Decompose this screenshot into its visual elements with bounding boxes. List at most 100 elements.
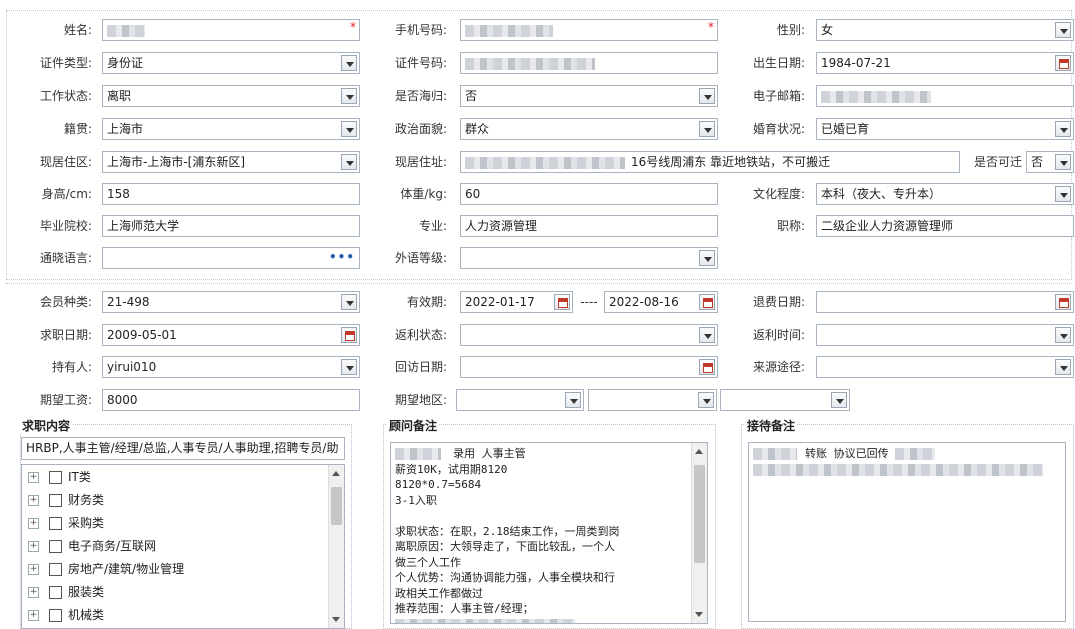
calendar-icon[interactable] bbox=[341, 327, 357, 343]
tree-item[interactable]: + 财务类 bbox=[28, 490, 104, 510]
tree-item[interactable]: + 服装类 bbox=[28, 582, 104, 602]
id-type-select[interactable]: 身份证 bbox=[102, 52, 360, 74]
tree-item[interactable]: + 采购类 bbox=[28, 513, 104, 533]
apply-date-input[interactable]: 2009-05-01 bbox=[102, 324, 360, 346]
expand-icon[interactable]: + bbox=[28, 495, 39, 506]
scroll-down-icon[interactable] bbox=[695, 612, 703, 617]
checkbox[interactable] bbox=[49, 609, 62, 622]
email-input[interactable] bbox=[816, 85, 1074, 107]
major-input[interactable]: 人力资源管理 bbox=[460, 215, 718, 237]
valid-from-input[interactable]: 2022-01-17 bbox=[460, 291, 573, 313]
language-picker[interactable]: ••• bbox=[102, 247, 360, 269]
checkbox[interactable] bbox=[49, 563, 62, 576]
dropdown-arrow-icon[interactable] bbox=[1055, 121, 1071, 137]
weight-input[interactable]: 60 bbox=[460, 183, 718, 205]
education-select[interactable]: 本科（夜大、专升本） bbox=[816, 183, 1074, 205]
advisor-note-line: 政相关工作都做过 bbox=[395, 586, 685, 602]
checkbox[interactable] bbox=[49, 517, 62, 530]
marriage-select[interactable]: 已婚已育 bbox=[816, 118, 1074, 140]
calendar-icon[interactable] bbox=[1055, 55, 1071, 71]
member-type-select[interactable]: 21-498 bbox=[102, 291, 360, 313]
tree-item[interactable]: + 房地产/建筑/物业管理 bbox=[28, 559, 184, 579]
address-input[interactable]: 16号线周浦东 靠近地铁站，不可搬迁 bbox=[460, 151, 960, 173]
dropdown-arrow-icon[interactable] bbox=[1055, 327, 1071, 343]
birth-date-input[interactable]: 1984-07-21 bbox=[816, 52, 1074, 74]
reception-notes-textarea[interactable]: 转账 协议已回传 bbox=[748, 442, 1066, 622]
dropdown-arrow-icon[interactable] bbox=[341, 88, 357, 104]
scroll-thumb[interactable] bbox=[694, 465, 705, 563]
dropdown-arrow-icon[interactable] bbox=[698, 392, 714, 408]
scroll-up-icon[interactable] bbox=[332, 471, 340, 476]
gender-select[interactable]: 女 bbox=[816, 19, 1074, 41]
tree-item[interactable]: + IT类 bbox=[28, 467, 91, 487]
title-input[interactable]: 二级企业人力资源管理师 bbox=[816, 215, 1074, 237]
dropdown-arrow-icon[interactable] bbox=[341, 154, 357, 170]
dropdown-arrow-icon[interactable] bbox=[341, 55, 357, 71]
checkbox[interactable] bbox=[49, 586, 62, 599]
calendar-icon[interactable] bbox=[554, 294, 570, 310]
id-no-input[interactable] bbox=[460, 52, 718, 74]
expand-icon[interactable]: + bbox=[28, 541, 39, 552]
lang-level-label: 外语等级: bbox=[394, 251, 447, 265]
region-district-select[interactable] bbox=[720, 389, 850, 411]
dropdown-arrow-icon[interactable] bbox=[699, 88, 715, 104]
expand-icon[interactable]: + bbox=[28, 564, 39, 575]
checkbox[interactable] bbox=[49, 540, 62, 553]
region-province-select[interactable] bbox=[456, 389, 584, 411]
job-category-tree[interactable]: + IT类 + 财务类 + 采购类 + 电子商务/互联网 + 房地产/建筑/物业管理 + 服装类 + 机械… bbox=[21, 464, 345, 629]
expand-icon[interactable]: + bbox=[28, 518, 39, 529]
tree-item[interactable]: + 机械类 bbox=[28, 605, 104, 625]
dropdown-arrow-icon[interactable] bbox=[699, 327, 715, 343]
dropdown-arrow-icon[interactable] bbox=[831, 392, 847, 408]
calendar-icon[interactable] bbox=[699, 359, 715, 375]
visit-date-input[interactable] bbox=[460, 356, 718, 378]
rebate-time-select[interactable] bbox=[816, 324, 1074, 346]
more-icon[interactable]: ••• bbox=[329, 248, 355, 266]
expand-icon[interactable]: + bbox=[28, 587, 39, 598]
politics-select[interactable]: 群众 bbox=[460, 118, 718, 140]
native-select[interactable]: 上海市 bbox=[102, 118, 360, 140]
scroll-up-icon[interactable] bbox=[695, 449, 703, 454]
expand-icon[interactable]: + bbox=[28, 610, 39, 621]
overseas-select[interactable]: 否 bbox=[460, 85, 718, 107]
dropdown-arrow-icon[interactable] bbox=[1055, 154, 1071, 170]
phone-input[interactable]: * bbox=[460, 19, 718, 41]
advisor-scrollbar[interactable] bbox=[691, 443, 707, 623]
advisor-notes-textarea[interactable]: 录用 人事主管 薪资10K，试用期8120 8120*0.7=5684 3-1入职 求职… bbox=[390, 442, 708, 624]
tree-scrollbar[interactable] bbox=[328, 465, 344, 628]
school-input[interactable]: 上海师范大学 bbox=[102, 215, 360, 237]
rebate-status-select[interactable] bbox=[460, 324, 718, 346]
residence-label: 现居住区: bbox=[39, 155, 92, 169]
name-input[interactable]: * bbox=[102, 19, 360, 41]
work-status-select[interactable]: 离职 bbox=[102, 85, 360, 107]
dropdown-arrow-icon[interactable] bbox=[1055, 359, 1071, 375]
dropdown-arrow-icon[interactable] bbox=[1055, 22, 1071, 38]
dropdown-arrow-icon[interactable] bbox=[341, 294, 357, 310]
job-summary-input[interactable]: HRBP,人事主管/经理/总监,人事专员/人事助理,招聘专员/助 bbox=[21, 437, 345, 460]
expand-icon[interactable]: + bbox=[28, 472, 39, 483]
scroll-down-icon[interactable] bbox=[332, 617, 340, 622]
dropdown-arrow-icon[interactable] bbox=[565, 392, 581, 408]
checkbox[interactable] bbox=[49, 494, 62, 507]
lang-level-select[interactable] bbox=[460, 247, 718, 269]
dropdown-arrow-icon[interactable] bbox=[699, 121, 715, 137]
relocate-select[interactable]: 否 bbox=[1026, 151, 1074, 173]
valid-to-input[interactable]: 2022-08-16 bbox=[604, 291, 718, 313]
checkbox[interactable] bbox=[49, 471, 62, 484]
height-input[interactable]: 158 bbox=[102, 183, 360, 205]
advisor-note-text: 薪资10K，试用期8120 bbox=[395, 462, 508, 476]
calendar-icon[interactable] bbox=[1055, 294, 1071, 310]
calendar-icon[interactable] bbox=[699, 294, 715, 310]
dropdown-arrow-icon[interactable] bbox=[341, 121, 357, 137]
scroll-thumb[interactable] bbox=[331, 487, 342, 525]
refund-date-input[interactable] bbox=[816, 291, 1074, 313]
region-city-select[interactable] bbox=[588, 389, 717, 411]
holder-select[interactable]: yirui010 bbox=[102, 356, 360, 378]
dropdown-arrow-icon[interactable] bbox=[341, 359, 357, 375]
tree-item[interactable]: + 电子商务/互联网 bbox=[28, 536, 156, 556]
salary-input[interactable]: 8000 bbox=[102, 389, 360, 411]
source-select[interactable] bbox=[816, 356, 1074, 378]
dropdown-arrow-icon[interactable] bbox=[699, 250, 715, 266]
residence-select[interactable]: 上海市-上海市-[浦东新区] bbox=[102, 151, 360, 173]
dropdown-arrow-icon[interactable] bbox=[1055, 186, 1071, 202]
